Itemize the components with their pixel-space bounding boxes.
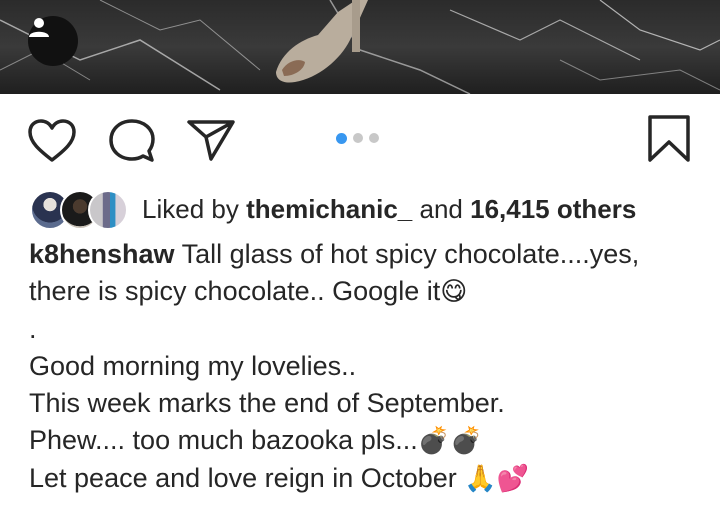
yum-emoji: 😋: [440, 277, 468, 307]
caption-line: .: [29, 311, 709, 348]
post-caption: k8henshaw Tall glass of hot spicy chocol…: [29, 236, 709, 498]
liked-by-prefix: Liked by: [142, 193, 239, 224]
bookmark-icon[interactable]: [646, 114, 692, 164]
heart-icon[interactable]: [27, 118, 77, 164]
caption-text: Good morning my lovelies..: [29, 351, 357, 381]
liked-by-user-link[interactable]: themichanic_: [246, 194, 412, 224]
likes-row[interactable]: Liked by themichanic_ and 16,415 others: [30, 188, 636, 230]
likes-count-link[interactable]: 16,415 others: [470, 194, 636, 224]
caption-line: k8henshaw Tall glass of hot spicy chocol…: [29, 236, 709, 273]
send-icon[interactable]: [186, 118, 236, 162]
user-tag-button[interactable]: [28, 16, 78, 66]
likes-summary: Liked by themichanic_ and 16,415 others: [142, 194, 636, 225]
caption-line: Good morning my lovelies..: [29, 348, 709, 385]
liker-avatars: [30, 189, 130, 230]
carousel-dot-active: [336, 133, 347, 144]
caption-text: Let peace and love reign in October: [29, 463, 457, 493]
carousel-indicator: [336, 133, 379, 144]
caption-text: Tall glass of hot spicy chocolate....yes…: [181, 239, 640, 269]
liked-and-text: and: [419, 193, 463, 224]
bomb-emojis: 💣💣: [417, 426, 483, 456]
comment-icon[interactable]: [108, 117, 156, 165]
carousel-dot: [353, 133, 363, 143]
marble-floor-graphic: [0, 0, 720, 94]
caption-text: there is spicy chocolate.. Google it: [29, 276, 441, 306]
avatar: [88, 190, 128, 230]
caption-text: .: [29, 314, 37, 344]
caption-line: This week marks the end of September.: [29, 385, 709, 422]
caption-line: Let peace and love reign in October 🙏💕: [29, 460, 709, 498]
person-icon: [29, 18, 49, 37]
post-image[interactable]: [0, 0, 720, 94]
pray-hearts-emojis: 🙏💕: [464, 464, 530, 494]
carousel-dot: [369, 133, 379, 143]
caption-line: Phew.... too much bazooka pls...💣💣: [29, 422, 709, 460]
caption-username-link[interactable]: k8henshaw: [29, 239, 175, 269]
caption-text: Phew.... too much bazooka pls...: [29, 425, 418, 455]
caption-line: there is spicy chocolate.. Google it😋: [29, 273, 709, 311]
caption-text: This week marks the end of September.: [29, 388, 505, 418]
